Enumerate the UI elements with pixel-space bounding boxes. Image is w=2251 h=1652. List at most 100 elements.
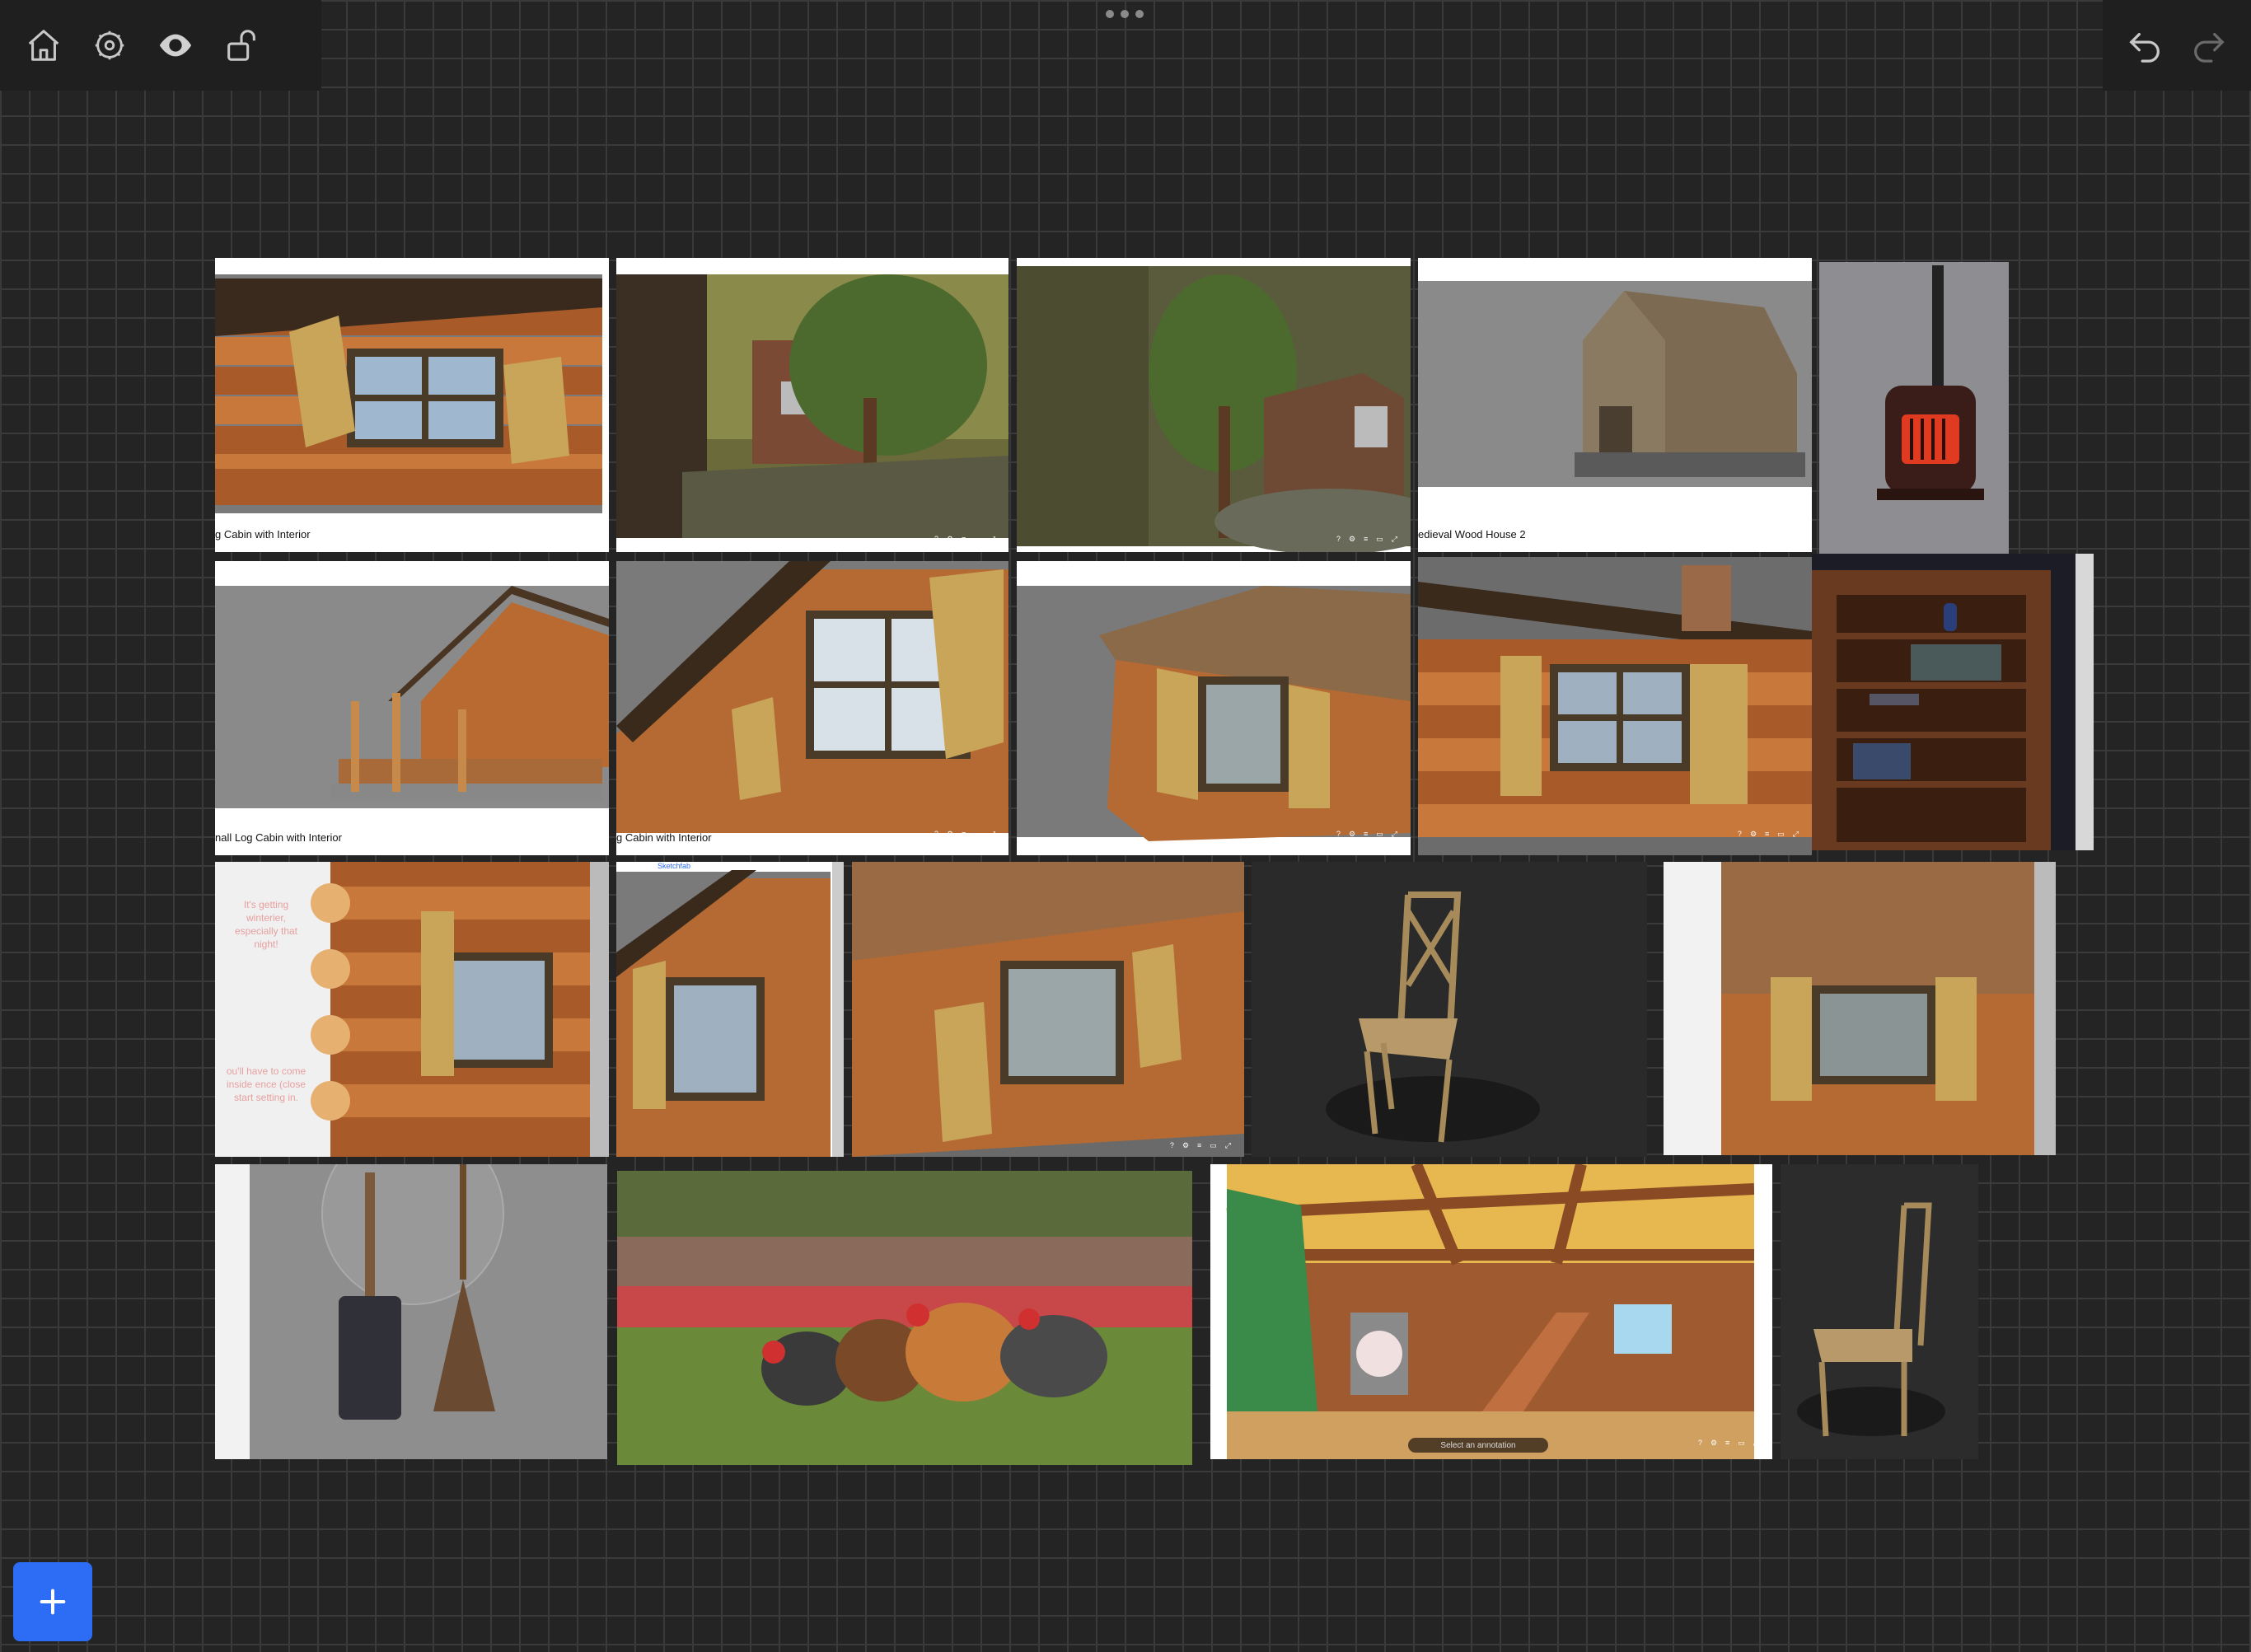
viewer-control-icon[interactable]: ▭ <box>974 830 981 839</box>
cabin-window-side-image <box>616 862 844 1157</box>
viewer-control-icon[interactable]: ≡ <box>562 517 566 526</box>
viewer-control-icon[interactable]: ? <box>1738 830 1742 839</box>
viewer-control-icon[interactable]: ⚙ <box>547 820 554 829</box>
viewer-controls[interactable]: ? ⚙ ≡ ▭ ⤢ <box>1336 535 1397 544</box>
viewer-control-icon[interactable]: ⤢ <box>1753 1439 1759 1448</box>
redo-button[interactable] <box>2188 25 2229 66</box>
viewer-control-icon[interactable]: ▭ <box>1738 1439 1745 1448</box>
viewer-control-icon[interactable]: ? <box>1336 830 1341 839</box>
image-card-cabin-window-frosted[interactable]: g Cabin with Interior ? ⚙ ≡ ▭ ⤢ <box>616 561 1009 855</box>
viewer-control-icon[interactable]: ⤢ <box>1793 517 1799 526</box>
viewer-control-icon[interactable]: ? <box>535 517 539 526</box>
viewer-control-icon[interactable]: ? <box>1698 1439 1702 1448</box>
viewer-control-icon[interactable]: ⚙ <box>947 830 953 839</box>
viewer-control-icon[interactable]: ≡ <box>962 830 966 839</box>
image-card-forest-cabin[interactable]: ? ⚙ ≡ ▭ ⤢ <box>616 258 1009 552</box>
eye-icon <box>159 34 192 57</box>
viewer-control-icon[interactable]: ▭ <box>1210 1141 1217 1150</box>
settings-button[interactable] <box>89 25 130 66</box>
viewer-control-icon[interactable]: ≡ <box>1364 535 1368 544</box>
image-card-medieval-wood-house[interactable]: edieval Wood House 2 ? ⚙ ≡ ▭ ⤢ <box>1418 258 1812 552</box>
card-title: nall Log Cabin with Interior <box>215 831 342 844</box>
cabin-chimney-image <box>1418 557 1812 855</box>
viewer-controls[interactable]: ? ⚙ ≡ ▭ ⤢ <box>934 830 995 839</box>
toolbar-right <box>2103 0 2251 91</box>
image-card-wooden-chair-2[interactable] <box>1781 1164 1978 1459</box>
viewer-control-icon[interactable]: ⤢ <box>590 820 596 829</box>
viewer-control-icon[interactable]: ? <box>535 820 539 829</box>
viewer-control-icon[interactable]: ≡ <box>1197 1141 1201 1150</box>
toolbar-left <box>0 0 321 91</box>
image-card-cabin-chimney[interactable]: ? ⚙ ≡ ▭ ⤢ <box>1418 557 1812 855</box>
viewer-control-icon[interactable]: ? <box>934 535 938 544</box>
viewer-control-icon[interactable]: ⤢ <box>990 535 995 544</box>
image-card-wood-stove[interactable] <box>1819 262 2009 557</box>
add-button[interactable] <box>13 1562 92 1641</box>
viewer-control-icon[interactable]: ≡ <box>1364 830 1368 839</box>
viewer-control-icon[interactable]: ≡ <box>1765 517 1769 526</box>
viewer-control-icon[interactable]: ≡ <box>1725 1439 1729 1448</box>
wooden-chair-image <box>1252 862 1647 1157</box>
image-card-cabin-roof-front[interactable] <box>1664 862 2056 1155</box>
image-card-forest-cabin-closeup[interactable]: ? ⚙ ≡ ▭ ⤢ <box>1017 258 1411 552</box>
viewer-control-icon[interactable]: ⚙ <box>1710 1439 1717 1448</box>
viewer-control-icon[interactable]: ? <box>934 830 938 839</box>
viewer-controls[interactable]: ? ⚙ ≡ ▭ ⤢ <box>535 517 596 526</box>
image-card-cabin-roof-angle[interactable]: ? ⚙ ≡ ▭ ⤢ <box>1017 561 1411 855</box>
image-card-cabin-with-notes[interactable]: It's getting winterier, especially that … <box>215 862 609 1157</box>
lock-button[interactable] <box>221 25 262 66</box>
viewer-control-icon[interactable]: ⤢ <box>990 830 995 839</box>
image-card-bookshelf[interactable] <box>1812 554 2094 850</box>
image-card-chickens[interactable] <box>617 1171 1192 1465</box>
viewer-control-icon[interactable]: ⤢ <box>1793 830 1799 839</box>
viewer-controls[interactable]: ? ⚙ ≡ ▭ ⤢ <box>535 820 596 829</box>
image-card-cabin-window-side[interactable]: Sketchfab <box>616 862 844 1157</box>
settings-icon <box>95 30 124 60</box>
image-card-wooden-chair[interactable] <box>1252 862 1647 1157</box>
viewer-control-icon[interactable]: ▭ <box>574 517 582 526</box>
viewer-control-icon[interactable]: ? <box>1738 517 1742 526</box>
viewer-control-icon[interactable]: ⚙ <box>1349 535 1355 544</box>
viewer-control-icon[interactable]: ≡ <box>1765 830 1769 839</box>
viewer-controls[interactable]: ? ⚙ ≡ ▭ ⤢ <box>1738 830 1799 839</box>
viewer-control-icon[interactable]: ⚙ <box>1349 830 1355 839</box>
viewer-control-icon[interactable]: ▭ <box>974 535 981 544</box>
viewer-control-icon[interactable]: ≡ <box>562 820 566 829</box>
image-card-log-cabin-window[interactable]: g Cabin with Interior ? ⚙ ≡ ▭ ⤢ <box>215 258 609 552</box>
cabin-window-frosted-image <box>616 561 1009 833</box>
viewer-control-icon[interactable]: ▭ <box>1777 830 1785 839</box>
viewer-control-icon[interactable]: ⚙ <box>1750 830 1757 839</box>
card-title: g Cabin with Interior <box>616 831 712 844</box>
viewer-control-icon[interactable]: ⚙ <box>947 535 953 544</box>
viewer-control-icon[interactable]: ? <box>1336 535 1341 544</box>
viewer-controls[interactable]: ? ⚙ ≡ ▭ ⤢ <box>1698 1439 1759 1448</box>
sketchfab-header: Sketchfab <box>658 862 691 870</box>
viewer-control-icon[interactable]: ▭ <box>1777 517 1785 526</box>
viewer-control-icon[interactable]: ⤢ <box>590 517 596 526</box>
viewer-control-icon[interactable]: ⚙ <box>1750 517 1757 526</box>
viewer-control-icon[interactable]: ? <box>1170 1141 1174 1150</box>
viewer-control-icon[interactable]: ⤢ <box>1392 830 1397 839</box>
annotation-selector[interactable]: Select an annotation <box>1408 1438 1548 1453</box>
cabin-roof-tiles-image <box>852 862 1244 1157</box>
viewer-controls[interactable]: ? ⚙ ≡ ▭ ⤢ <box>1738 517 1799 526</box>
image-card-shovel-broom[interactable] <box>215 1164 607 1459</box>
home-button[interactable] <box>23 25 64 66</box>
viewer-control-icon[interactable]: ⚙ <box>1182 1141 1189 1150</box>
viewer-control-icon[interactable]: ⤢ <box>1225 1141 1231 1150</box>
viewer-control-icon[interactable]: ▭ <box>574 820 582 829</box>
preview-button[interactable] <box>155 25 196 66</box>
viewer-control-icon[interactable]: ≡ <box>962 535 966 544</box>
viewer-controls[interactable]: ? ⚙ ≡ ▭ ⤢ <box>1336 830 1397 839</box>
viewer-controls[interactable]: ? ⚙ ≡ ▭ ⤢ <box>1170 1141 1231 1150</box>
image-card-log-cabin-porch[interactable]: nall Log Cabin with Interior ? ⚙ ≡ ▭ ⤢ <box>215 561 609 855</box>
more-dots-icon[interactable] <box>1106 10 1144 18</box>
viewer-control-icon[interactable]: ▭ <box>1376 830 1383 839</box>
undo-button[interactable] <box>2125 25 2166 66</box>
image-card-cabin-roof-tiles[interactable]: ? ⚙ ≡ ▭ ⤢ <box>852 862 1244 1157</box>
viewer-control-icon[interactable]: ⚙ <box>547 517 554 526</box>
image-card-cottage-interior[interactable]: Select an annotation ? ⚙ ≡ ▭ ⤢ <box>1210 1164 1772 1459</box>
viewer-control-icon[interactable]: ⤢ <box>1392 535 1397 544</box>
viewer-control-icon[interactable]: ▭ <box>1376 535 1383 544</box>
viewer-controls[interactable]: ? ⚙ ≡ ▭ ⤢ <box>934 535 995 544</box>
